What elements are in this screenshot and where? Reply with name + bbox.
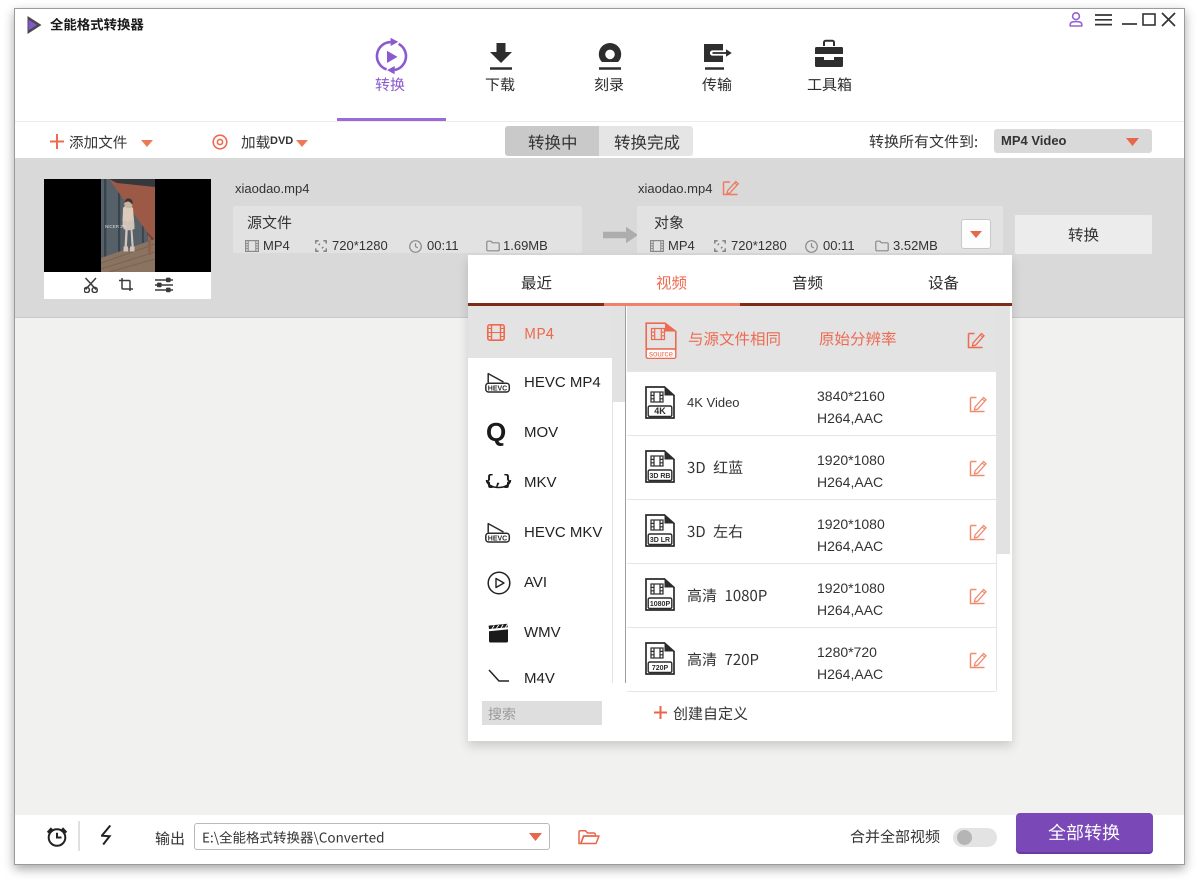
svg-text:HEVC: HEVC [488,385,507,392]
svg-text:3D LR: 3D LR [650,537,670,544]
svg-text:4K: 4K [654,406,666,416]
svg-text:source: source [649,350,674,359]
svg-text:NICER 2%: NICER 2% [105,224,127,229]
svg-text:1080P: 1080P [650,601,671,608]
svg-text:HEVC: HEVC [488,535,507,542]
svg-text:720P: 720P [652,665,669,672]
svg-text:Q: Q [486,420,506,446]
svg-text:{,}: {,} [485,473,512,490]
svg-text:3D RB: 3D RB [649,473,670,480]
